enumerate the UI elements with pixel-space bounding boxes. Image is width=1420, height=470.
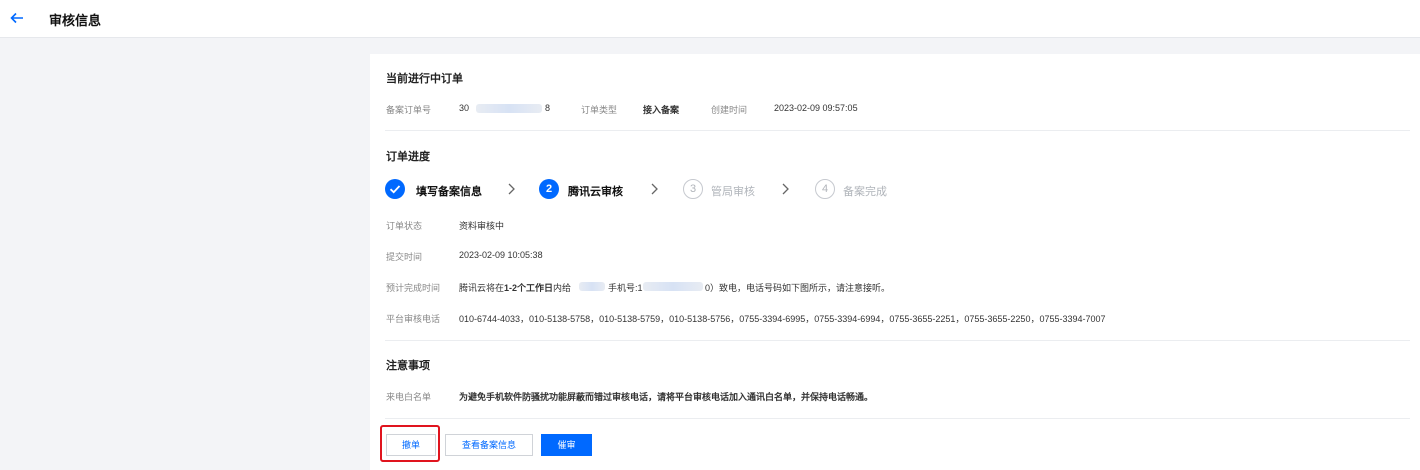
phone-list: 010-6744-4033，010-5138-5758，010-5138-575… <box>459 314 1106 324</box>
created-time-value: 2023-02-09 09:57:05 <box>774 103 858 113</box>
cancel-order-button[interactable]: 撤单 <box>386 434 436 456</box>
divider <box>385 340 1410 341</box>
order-type-value: 接入备案 <box>643 105 680 115</box>
whitelist-text: 为避免手机软件防骚扰功能屏蔽而错过审核电话，请将平台审核电话加入通讯白名单，并保… <box>459 392 874 402</box>
order-status-label: 订单状态 <box>386 221 423 231</box>
eta-phone-text: 手机号:1 <box>608 283 643 293</box>
chevron-right-icon <box>651 183 658 195</box>
created-time-label: 创建时间 <box>711 105 748 115</box>
step-1-check-icon <box>385 179 405 199</box>
eta-label: 预计完成时间 <box>386 283 441 293</box>
step-3-label: 管局审核 <box>711 186 755 198</box>
urge-review-button[interactable]: 催审 <box>541 434 592 456</box>
order-type-label: 订单类型 <box>581 105 618 115</box>
page-title: 审核信息 <box>49 13 102 28</box>
back-arrow-icon[interactable] <box>10 9 30 27</box>
eta-redacted-phone <box>643 282 703 291</box>
order-no-label: 备案订单号 <box>386 105 432 115</box>
step-2-label: 腾讯云审核 <box>568 186 623 198</box>
divider <box>385 130 1410 131</box>
chevron-right-icon <box>508 183 515 195</box>
step-3-number: 3 <box>683 179 703 199</box>
submit-time-value: 2023-02-09 10:05:38 <box>459 250 543 260</box>
step-1-label: 填写备案信息 <box>416 186 482 198</box>
current-order-title: 当前进行中订单 <box>386 73 463 85</box>
eta-redacted-name <box>579 282 605 291</box>
step-4-number: 4 <box>815 179 835 199</box>
order-card <box>370 54 1420 470</box>
order-no-redacted <box>476 104 542 113</box>
order-no-suffix: 8 <box>545 103 551 113</box>
eta-text: 腾讯云将在1-2个工作日内给 <box>459 283 572 293</box>
submit-time-label: 提交时间 <box>386 252 423 262</box>
step-2-number: 2 <box>539 179 559 199</box>
step-4-label: 备案完成 <box>843 186 887 198</box>
eta-tail-text: 0）致电，电话号码如下图所示，请注意接听。 <box>705 283 891 293</box>
order-status-value: 资料审核中 <box>459 221 505 231</box>
top-bar: 审核信息 <box>0 0 1420 38</box>
view-filing-info-button[interactable]: 查看备案信息 <box>445 434 533 456</box>
phone-label: 平台审核电话 <box>386 314 441 324</box>
progress-title: 订单进度 <box>386 151 430 163</box>
divider <box>385 418 1410 419</box>
notes-title: 注意事项 <box>386 360 430 372</box>
order-no-prefix: 30 <box>459 103 470 113</box>
chevron-right-icon <box>782 183 789 195</box>
whitelist-label: 来电白名单 <box>386 392 432 402</box>
